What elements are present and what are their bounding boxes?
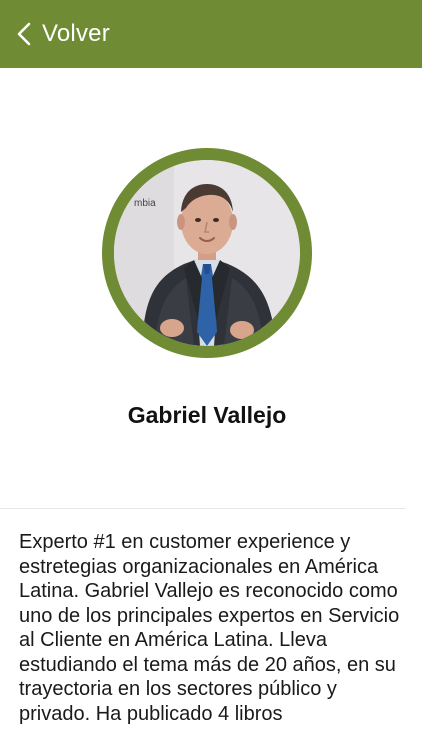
app-bar: Volver [0,0,422,68]
expert-profile-screen: Volver mbia Gabriel Vallejo Experto #1 e… [0,0,422,750]
divider [0,508,406,509]
photo-backdrop-text: mbia [134,198,156,209]
back-button[interactable]: Volver [0,0,126,68]
profile-bio: Experto #1 en customer experience y estr… [19,531,400,725]
back-label: Volver [42,20,110,47]
avatar: mbia [114,160,300,346]
avatar-ring: mbia [102,148,312,358]
chevron-left-icon [14,21,36,47]
profile-name: Gabriel Vallejo [127,402,287,428]
